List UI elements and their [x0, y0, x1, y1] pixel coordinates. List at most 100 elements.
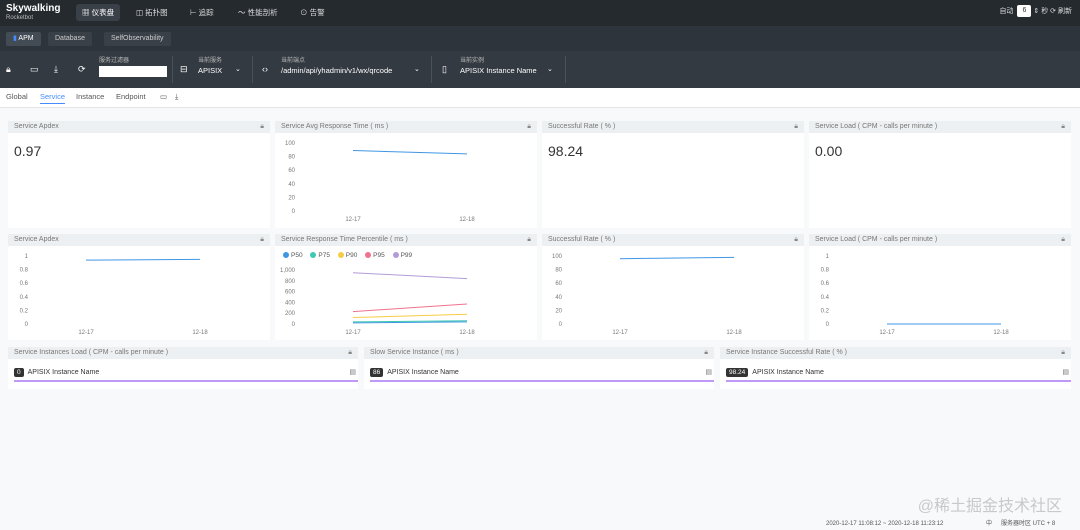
clipboard-icon[interactable]: ▤: [705, 368, 712, 376]
y-tick-label: 80: [288, 155, 295, 161]
nav-profile[interactable]: 〜 性能剖析: [232, 4, 284, 21]
lock-icon[interactable]: 🔒︎: [704, 347, 708, 359]
y-tick-label: 0.6: [821, 281, 830, 287]
lock-icon[interactable]: 🔒︎: [260, 234, 264, 246]
tab-service[interactable]: Service: [40, 92, 66, 104]
lock-icon[interactable]: 🔒︎: [1061, 234, 1065, 246]
time-range[interactable]: 2020-12-17 11:08:12 ~ 2020-12-18 11:23:1…: [826, 521, 943, 527]
x-tick-label: 12-17: [78, 330, 94, 336]
chevron-down-icon[interactable]: ⌄: [414, 65, 420, 73]
endpoint-selector[interactable]: 当前端点 /admin/api/yhadmin/v1/wx/qrcode: [281, 57, 392, 76]
panel-instances-load: Service Instances Load ( CPM - calls per…: [8, 347, 358, 389]
y-tick-label: 1: [826, 254, 830, 260]
line-chart: 100 80 60 40 20 0 12-17 12-18: [285, 141, 475, 223]
subtab-database[interactable]: Database: [48, 32, 92, 46]
y-tick-label: 0.6: [20, 281, 29, 287]
series-line[interactable]: [85, 258, 201, 261]
metric-value: 0.00: [815, 143, 843, 159]
series-line[interactable]: [352, 272, 468, 280]
y-tick-label: 60: [288, 168, 295, 174]
series-line[interactable]: [352, 149, 468, 155]
interval-input[interactable]: 6: [1017, 5, 1032, 17]
panel-title: Service Apdex: [14, 123, 59, 130]
folder-icon[interactable]: ▭: [30, 64, 39, 75]
refresh-button[interactable]: 刷新: [1058, 6, 1072, 16]
logo[interactable]: Skywalking Rocketbot: [6, 4, 60, 22]
line-chart: 1 0.8 0.6 0.4 0.2 0 12-17 12-18: [20, 254, 209, 336]
instance-selector[interactable]: 当前实例 APISIX Instance Name: [460, 57, 537, 76]
lock-icon[interactable]: 🔒︎: [260, 121, 264, 133]
service-selector[interactable]: 当前服务 APISIX: [198, 57, 222, 76]
y-tick-label: 400: [285, 300, 296, 306]
auto-refresh: 自动 6 ⇕ 秒 ⟳ 刷新: [999, 5, 1072, 17]
service-filter-input[interactable]: [99, 66, 167, 77]
tab-instance[interactable]: Instance: [76, 92, 104, 101]
lock-icon[interactable]: 🔒︎: [1061, 347, 1065, 359]
lock-icon[interactable]: 🔒︎: [1061, 121, 1065, 133]
lock-icon[interactable]: 🔒︎: [6, 64, 11, 75]
panel-service-apdex: Service Apdex 🔒︎ 0.97: [8, 121, 270, 228]
panel-title: Service Instances Load ( CPM - calls per…: [14, 349, 169, 356]
series-line[interactable]: [352, 313, 468, 319]
lock-icon[interactable]: 🔒︎: [348, 347, 352, 359]
panel-title: Successful Rate ( % ): [548, 236, 616, 243]
divider: [565, 56, 566, 83]
chevron-down-icon[interactable]: ⌄: [235, 65, 241, 73]
nav-trace[interactable]: ⊢ 追踪: [184, 4, 220, 21]
auto-label[interactable]: 自动: [999, 6, 1013, 16]
refresh-icon[interactable]: ⟳: [1050, 7, 1056, 15]
x-tick-label: 12-18: [459, 217, 475, 223]
lock-icon[interactable]: 🔒︎: [794, 121, 798, 133]
panel-title: Service Avg Response Time ( ms ): [281, 123, 389, 130]
panel-successful-rate-chart: Successful Rate ( % ) 🔒︎ 100 80 60 40 20 0 12-1…: [542, 234, 804, 340]
instance-name: APISIX Instance Name: [387, 369, 459, 376]
y-tick-label: 1,000: [280, 268, 296, 274]
clipboard-icon[interactable]: ▤: [349, 368, 356, 376]
language-toggle[interactable]: 中: [986, 518, 992, 527]
download-icon[interactable]: ⤓: [175, 92, 178, 102]
panel-response-percentile: Service Response Time Percentile ( ms ) 🔒…: [275, 234, 537, 340]
x-tick-label: 12-18: [726, 330, 742, 336]
y-tick-label: 80: [555, 268, 562, 274]
nav-dashboard[interactable]: ▦ 仪表盘: [76, 4, 121, 21]
y-tick-label: 0.4: [821, 295, 830, 301]
dashboard-group-bar: ▮ APM Database SelfObservability: [0, 26, 1080, 51]
y-tick-label: 0.2: [20, 308, 29, 314]
instance-row[interactable]: 0 APISIX Instance Name: [14, 368, 358, 377]
instance-row[interactable]: 98.24 APISIX Instance Name: [726, 368, 1071, 377]
y-tick-label: 20: [288, 195, 295, 201]
line-chart: 1,000 800 600 400 200 0 12-17 12-18: [280, 268, 475, 336]
tab-endpoint[interactable]: Endpoint: [116, 92, 146, 101]
series-line[interactable]: [619, 256, 735, 260]
nav-alarm[interactable]: ⊙ 告警: [294, 4, 331, 21]
lock-icon[interactable]: 🔒︎: [794, 234, 798, 246]
series-line[interactable]: [352, 303, 468, 313]
folder-icon[interactable]: ▭: [160, 92, 167, 101]
clipboard-icon[interactable]: ▤: [1062, 368, 1069, 376]
tab-global[interactable]: Global: [6, 92, 28, 101]
top-bar: Skywalking Rocketbot ▦ 仪表盘 ◫ 拓扑图 ⊢ 追踪 〜 …: [0, 0, 1080, 26]
y-tick-label: 0: [826, 322, 830, 328]
chevron-down-icon[interactable]: ⌄: [547, 65, 553, 73]
x-tick-label: 12-17: [345, 330, 361, 336]
reload-icon[interactable]: ⟳: [78, 64, 86, 75]
download-icon[interactable]: ⤓: [54, 64, 58, 75]
y-tick-label: 0: [292, 322, 296, 328]
panel-avg-response-time: Service Avg Response Time ( ms ) 🔒︎ 100 80…: [275, 121, 537, 228]
lock-icon[interactable]: 🔒︎: [527, 234, 531, 246]
x-tick-label: 12-17: [879, 330, 895, 336]
subtab-apm[interactable]: ▮ APM: [6, 32, 41, 46]
instance-row[interactable]: 86 APISIX Instance Name: [370, 368, 714, 377]
y-tick-label: 40: [555, 295, 562, 301]
nav-topology[interactable]: ◫ 拓扑图: [130, 4, 174, 21]
lock-icon[interactable]: 🔒︎: [527, 121, 531, 133]
timezone[interactable]: 服务器时区 UTC + 8: [1001, 518, 1055, 527]
subtab-selfobservability[interactable]: SelfObservability: [104, 32, 171, 46]
value-badge: 86: [370, 368, 384, 377]
panel-title: Service Load ( CPM - calls per minute ): [815, 236, 938, 243]
y-tick-label: 0.4: [20, 295, 29, 301]
stepper-icon[interactable]: ⇕: [1033, 7, 1039, 15]
y-tick-label: 0: [25, 322, 29, 328]
x-tick-label: 12-18: [993, 330, 1009, 336]
x-tick-label: 12-17: [345, 217, 361, 223]
